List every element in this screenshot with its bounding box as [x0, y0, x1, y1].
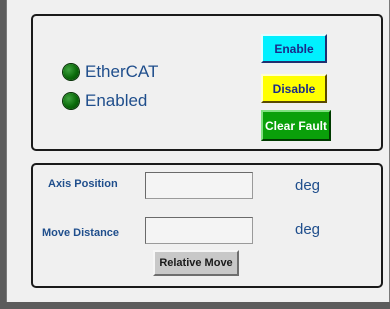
- axis-position-label: Axis Position: [48, 178, 118, 190]
- enabled-led-icon: [63, 93, 79, 109]
- enable-button[interactable]: Enable: [261, 34, 327, 63]
- axis-position-field: [145, 172, 253, 199]
- move-distance-unit: deg: [295, 221, 321, 238]
- move-distance-label: Move Distance: [42, 227, 120, 239]
- axis-position-unit: deg: [295, 177, 321, 194]
- enabled-label: Enabled: [85, 91, 148, 110]
- clear-fault-button[interactable]: Clear Fault: [261, 110, 331, 141]
- disable-button[interactable]: Disable: [261, 74, 327, 103]
- ethercat-led-icon: [63, 64, 79, 80]
- move-distance-input[interactable]: [145, 217, 253, 244]
- status-panel: EtherCAT Enabled Enable Disable Clear Fa…: [31, 14, 383, 151]
- relative-move-button[interactable]: Relative Move: [153, 250, 239, 276]
- app-window: EtherCAT Enabled Enable Disable Clear Fa…: [6, 0, 390, 302]
- ethercat-label: EtherCAT: [85, 62, 159, 81]
- motion-panel: Axis Position deg Move Distance deg Rela…: [31, 163, 383, 288]
